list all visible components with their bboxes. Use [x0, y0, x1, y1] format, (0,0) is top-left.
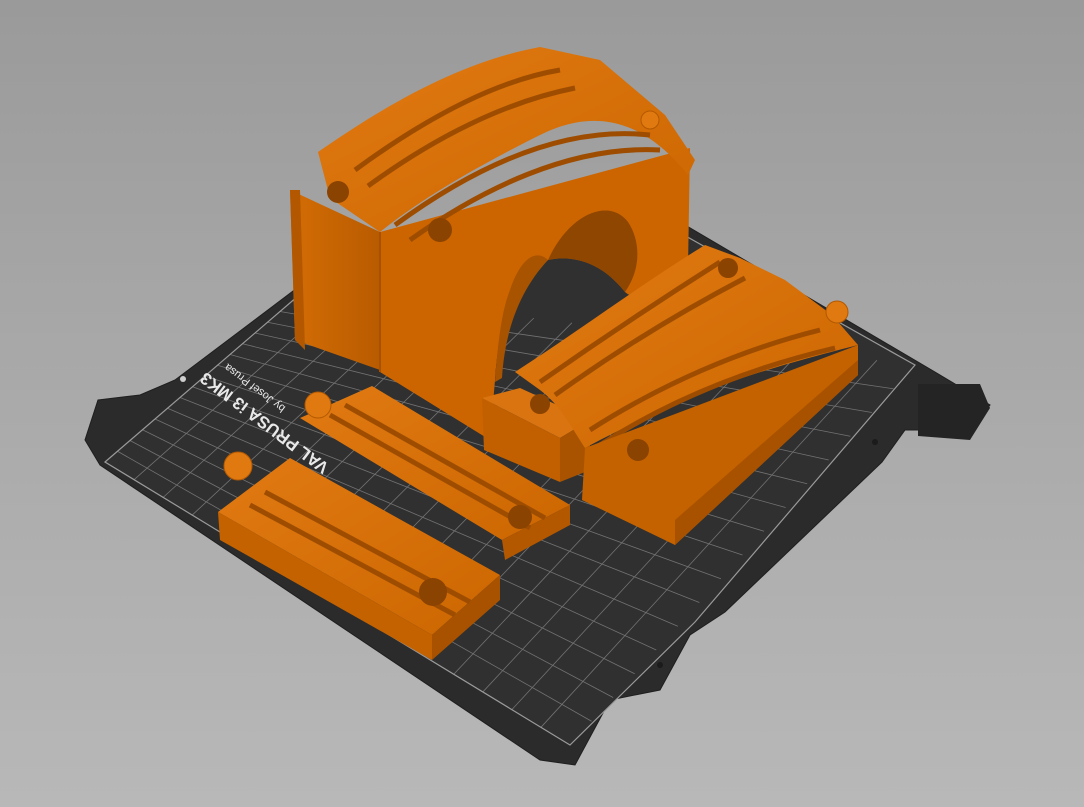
straight-back-hole	[508, 505, 532, 529]
arch-connector-hole	[327, 181, 349, 203]
straight-front-hole	[419, 578, 447, 606]
curved-track-hole	[718, 258, 738, 278]
3d-viewport[interactable]: VAL PRUSA i3 MK3 by Josef Prusa	[0, 0, 1084, 807]
arch-connector-peg	[640, 110, 660, 130]
bed-screw	[657, 662, 663, 668]
bed-screw	[872, 439, 878, 445]
straight-front-peg	[223, 451, 253, 481]
bed-hole	[180, 376, 186, 382]
scene-canvas[interactable]: VAL PRUSA i3 MK3 by Josef Prusa	[0, 0, 1084, 807]
bed-side-tab	[918, 384, 990, 440]
curved-track-peg	[825, 300, 849, 324]
arch-connector-hole	[428, 218, 452, 242]
riser-connector-hole	[530, 394, 550, 414]
straight-back-peg	[304, 391, 332, 419]
curved-track-hole	[627, 439, 649, 461]
